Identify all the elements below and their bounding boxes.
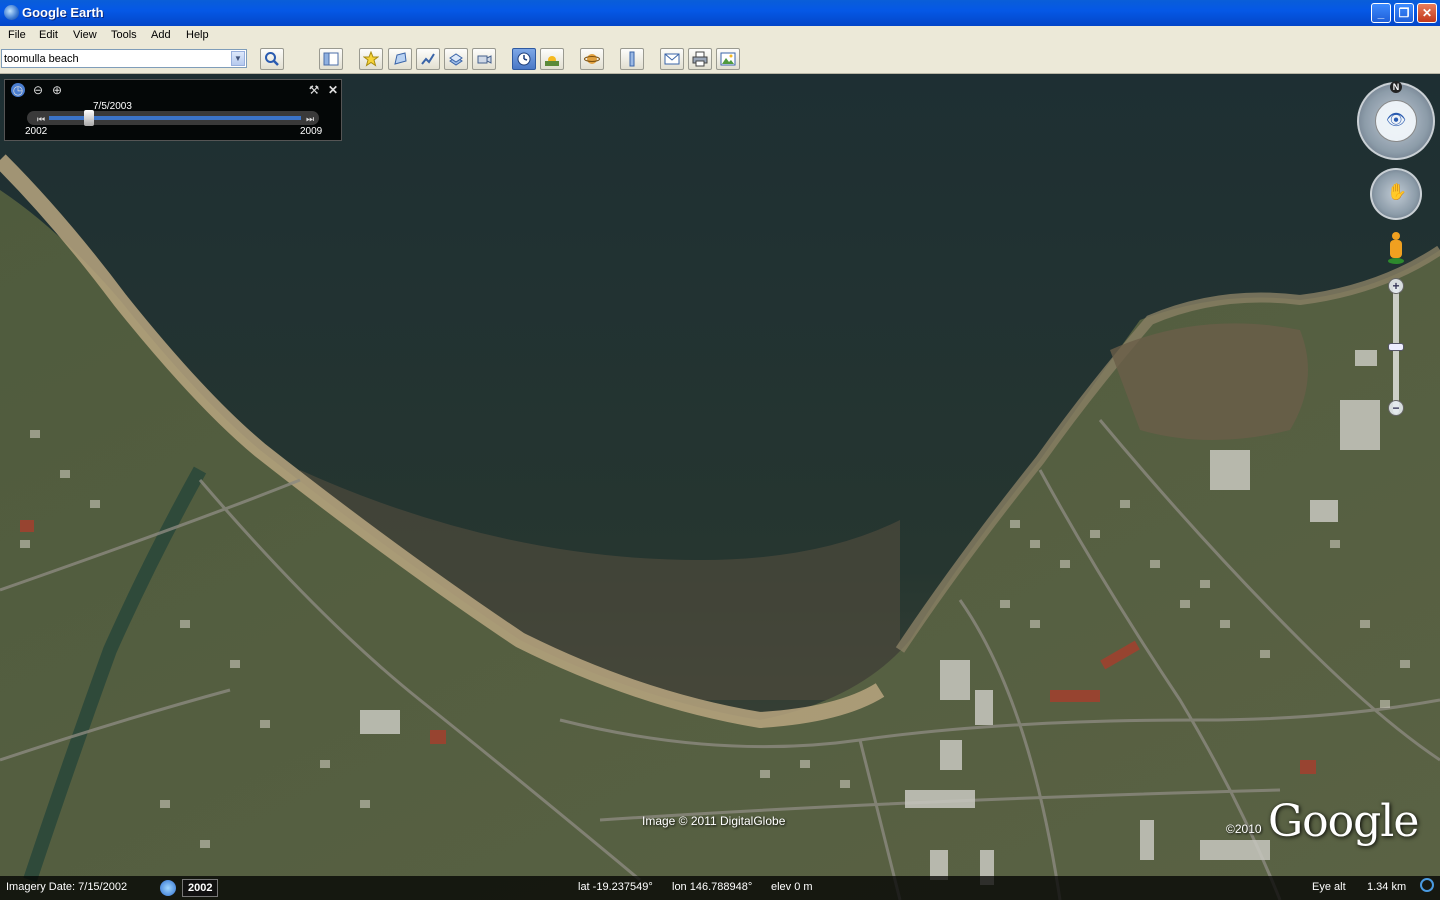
title-bar: Google Earth _ ❐ ✕ (0, 0, 1440, 26)
search-button[interactable] (260, 48, 284, 70)
next-date-button[interactable]: ⏭ (303, 112, 317, 126)
zoom-in-time-button[interactable]: ⊕ (50, 83, 64, 97)
map-view[interactable] (0, 74, 1440, 900)
hand-icon: ✋ (1387, 184, 1407, 201)
print-button[interactable] (688, 48, 712, 70)
search-dropdown-button[interactable]: ▼ (231, 51, 245, 66)
north-button[interactable]: N (1390, 81, 1402, 93)
look-joystick[interactable]: N 👁 (1357, 81, 1435, 160)
imagery-date: Imagery Date: 7/15/2002 (6, 881, 128, 893)
close-slider-button[interactable]: ✕ (326, 83, 340, 97)
switch-planets-button[interactable] (580, 48, 604, 70)
status-bar: Imagery Date: 7/15/2002 2002 lat -19.237… (0, 876, 1440, 900)
menu-tools[interactable]: Tools (111, 29, 137, 41)
eye-alt-value: 1.34 km (1367, 881, 1407, 893)
add-placemark-button[interactable] (359, 48, 383, 70)
zoom-in-button[interactable]: + (1388, 278, 1404, 294)
email-button[interactable] (660, 48, 684, 70)
previous-date-button[interactable]: ⏮ (34, 112, 48, 126)
eye-icon: 👁 (1375, 100, 1417, 142)
historical-imagery-icon (517, 52, 531, 66)
add-polygon-button[interactable] (388, 48, 412, 70)
placemark-icon (363, 51, 379, 67)
search-input[interactable] (4, 51, 226, 66)
polygon-icon (394, 52, 407, 65)
brand-year: ©2010 (1226, 822, 1262, 836)
menu-edit[interactable]: Edit (39, 29, 58, 41)
year-badge[interactable]: 2002 (182, 879, 219, 897)
latitude-readout: lat -19.237549° (578, 881, 653, 893)
add-overlay-button[interactable] (444, 48, 468, 70)
planets-icon (584, 54, 600, 64)
overlay-icon (449, 53, 463, 66)
path-icon (421, 53, 435, 65)
sidebar-icon (323, 52, 339, 66)
search-box: ▼ (1, 49, 247, 68)
street-view-pegman-icon[interactable] (1388, 232, 1404, 266)
elevation-readout: elev 0 m (771, 881, 813, 893)
restore-button[interactable]: ❐ (1394, 3, 1414, 23)
ruler-icon (629, 51, 635, 67)
email-icon (664, 53, 680, 65)
move-joystick[interactable]: ✋ (1370, 168, 1422, 220)
menu-add[interactable]: Add (151, 29, 171, 41)
historical-imagery-button[interactable] (512, 48, 536, 70)
longitude-readout: lon 146.788948° (672, 881, 753, 893)
save-image-button[interactable] (716, 48, 740, 70)
settings-wrench-icon[interactable]: ⚒ (307, 83, 321, 97)
save-image-icon (720, 52, 736, 66)
slider-start-label: 2002 (25, 126, 48, 137)
time-slider-panel: ◷ ⊖ ⊕ ⚒ ✕ 7/5/2003 ⏮ ⏭ 2002 2009 (4, 79, 342, 141)
google-logo: Google (1268, 796, 1419, 847)
google-earth-app-icon (4, 5, 19, 20)
print-icon (692, 51, 708, 67)
add-path-button[interactable] (416, 48, 440, 70)
zoom-slider-handle[interactable] (1388, 343, 1404, 351)
menu-help[interactable]: Help (186, 29, 209, 41)
window-title: Google Earth (22, 5, 104, 20)
toolbar: ▼ (0, 45, 1440, 74)
menu-bar: File Edit View Tools Add Help (0, 26, 1440, 45)
zoom-out-button[interactable]: − (1388, 400, 1404, 416)
close-button[interactable]: ✕ (1417, 3, 1437, 23)
search-icon (265, 52, 279, 66)
sidebar-toggle-button[interactable] (319, 48, 343, 70)
historical-clock-icon: ◷ (11, 83, 25, 97)
satellite-imagery (0, 74, 1440, 900)
menu-view[interactable]: View (73, 29, 97, 41)
zoom-out-time-button[interactable]: ⊖ (31, 83, 45, 97)
slider-handle[interactable] (83, 110, 94, 126)
record-tour-button[interactable] (472, 48, 496, 70)
ruler-button[interactable] (620, 48, 644, 70)
streaming-status-icon (1420, 878, 1434, 892)
minimize-button[interactable]: _ (1371, 3, 1391, 23)
sunlight-icon (545, 56, 559, 66)
historical-imagery-status-icon[interactable] (160, 880, 176, 896)
eye-alt-label: Eye alt (1312, 881, 1346, 893)
imagery-copyright: Image © 2011 DigitalGlobe (642, 814, 786, 828)
record-tour-icon (477, 55, 492, 64)
sunlight-button[interactable] (540, 48, 564, 70)
slider-end-label: 2009 (300, 126, 323, 137)
menu-file[interactable]: File (8, 29, 26, 41)
